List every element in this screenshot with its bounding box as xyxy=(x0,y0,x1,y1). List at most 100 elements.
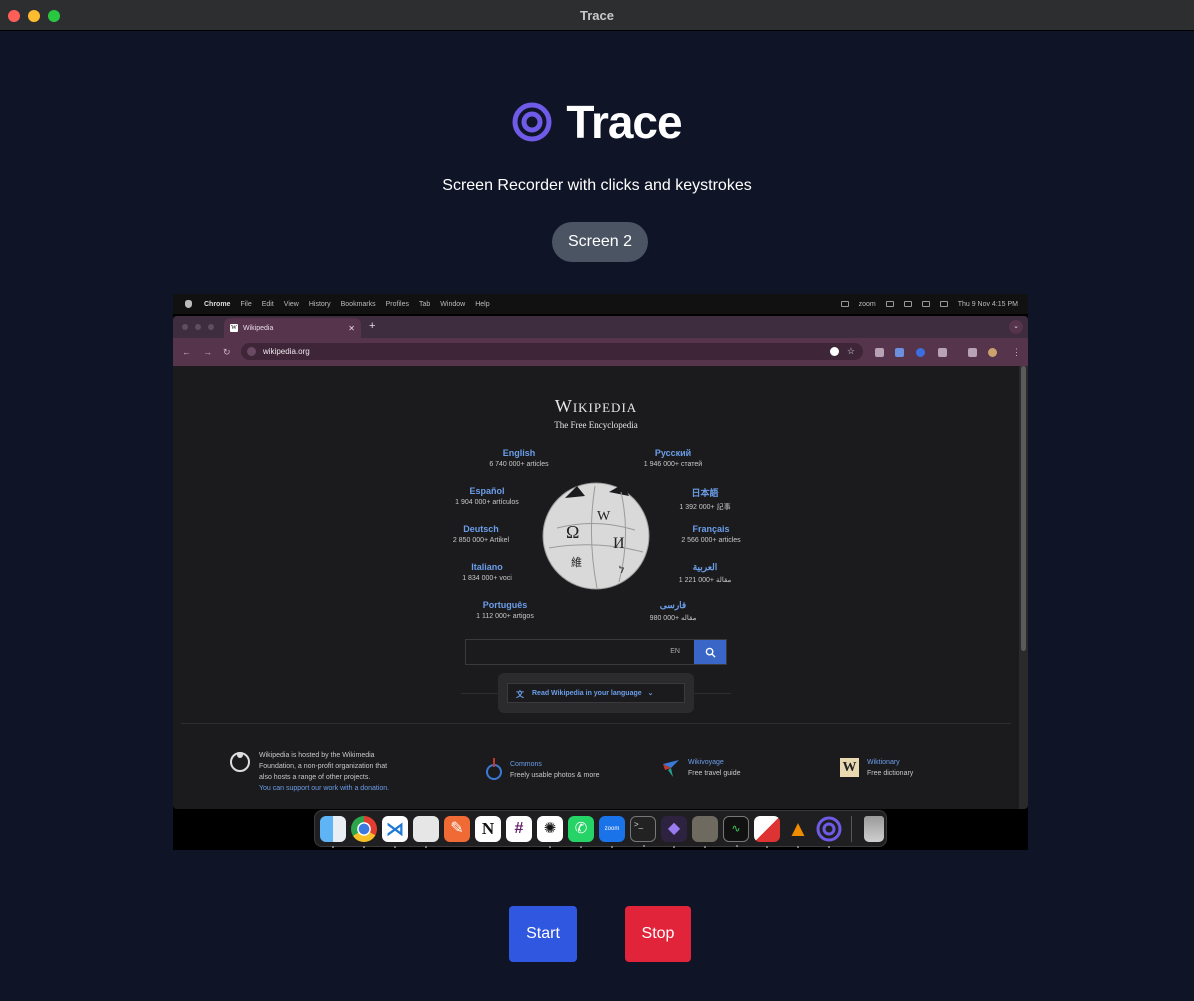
wifi-icon xyxy=(921,301,930,307)
address-url: wikipedia.org xyxy=(263,347,310,356)
scrollbar-thumb xyxy=(1021,366,1026,651)
vlc-icon: ▲ xyxy=(785,816,811,848)
menubar-item: Help xyxy=(475,300,490,308)
page-scrollbar xyxy=(1019,366,1028,809)
browser-menu-icon: ⋮ xyxy=(1012,347,1021,357)
extension-icon xyxy=(916,348,925,357)
read-language-panel: 文 Read Wikipedia in your language ⌄ xyxy=(498,673,694,713)
chevron-down-icon: ⌄ xyxy=(647,690,654,697)
chatgpt-icon: ✺ xyxy=(537,815,563,848)
menubar-status-area: zoom Thu 9 Nov 4:15 PM xyxy=(840,301,1018,308)
screen-preview: Chrome File Edit View History Bookmarks … xyxy=(173,294,1028,850)
menubar-item: Window xyxy=(440,300,466,308)
language-count: 980 000+ مقاله xyxy=(649,615,697,622)
app-content: Trace Screen Recorder with clicks and ke… xyxy=(0,31,1194,1001)
language-name: Français xyxy=(692,524,730,534)
puzzle-extensions-icon xyxy=(938,348,947,357)
control-center-icon xyxy=(939,301,948,307)
wikivoyage-link: Wikivoyage Free travel guide xyxy=(688,757,741,779)
language-count: 6 740 000+ articles xyxy=(489,461,549,468)
language-link-japanese: 日本語 1 392 000+ 記事 xyxy=(640,486,770,512)
language-name: English xyxy=(502,448,536,458)
project-title: Wikivoyage xyxy=(688,759,724,766)
language-link-arabic: العربية 1 221 000+ مقالة xyxy=(640,562,770,584)
language-name: العربية xyxy=(692,562,718,572)
language-count: 1 904 000+ artículos xyxy=(455,499,519,506)
preview-icon xyxy=(413,815,439,848)
language-count: 1 834 000+ voci xyxy=(462,575,512,582)
language-count: 1 946 000+ статей xyxy=(643,461,703,468)
language-name: 日本語 xyxy=(691,488,719,498)
status-icon xyxy=(885,301,894,307)
side-panel-icon xyxy=(968,348,977,357)
back-icon: ← xyxy=(182,347,191,357)
window-title: Trace xyxy=(580,8,614,23)
language-link-persian: فارسی 980 000+ مقاله xyxy=(608,600,738,622)
svg-text:維: 維 xyxy=(571,556,582,569)
wikipedia-favicon: W xyxy=(230,324,238,332)
menubar-item: Edit xyxy=(261,300,274,308)
tab-search-icon: ⌄ xyxy=(1009,320,1023,334)
svg-text:ל: ל xyxy=(619,565,625,576)
trash-icon xyxy=(864,815,884,842)
profile-avatar-icon xyxy=(988,348,997,357)
language-count: 1 112 000+ artigos xyxy=(476,613,534,620)
wikipedia-globe-icon: Ω W И 維 ל xyxy=(542,482,650,590)
menubar-item: File xyxy=(240,300,252,308)
tab-close-icon: ✕ xyxy=(348,323,355,333)
vscode-icon: ⋊ xyxy=(382,815,408,848)
browser-toolbar: ← → ↻ wikipedia.org ☆ ⋮ xyxy=(173,338,1028,366)
zoom-icon-label: zoom xyxy=(604,825,620,832)
browser-window: W Wikipedia ✕ + ⌄ ← → ↻ wikipedia.org ☆ xyxy=(173,316,1028,809)
activity-monitor-icon: ∿ xyxy=(723,815,749,847)
browser-min-dot xyxy=(195,324,201,330)
chrome-icon xyxy=(351,815,377,848)
browser-tabstrip: W Wikipedia ✕ + ⌄ xyxy=(173,316,1028,338)
wikivoyage-icon xyxy=(663,760,679,777)
wikimedia-footer-text: Wikipedia is hosted by the Wikimedia Fou… xyxy=(259,750,389,794)
menubar-item: Tab xyxy=(418,300,431,308)
language-name: فارسی xyxy=(659,600,687,610)
zoom-icon: zoom xyxy=(599,815,625,848)
whatsapp-icon: ✆ xyxy=(568,815,594,848)
app-name: Trace xyxy=(566,96,682,148)
svg-text:И: И xyxy=(613,535,625,552)
browser-tab-title: Wikipedia xyxy=(243,324,274,332)
bookmark-star-icon: ☆ xyxy=(846,346,855,356)
language-name: Русский xyxy=(654,448,692,458)
menubar-item: Chrome xyxy=(204,300,231,308)
gimp-icon xyxy=(692,815,718,848)
menubar-item: Bookmarks xyxy=(340,300,376,308)
forward-icon: → xyxy=(203,347,212,357)
language-link-french: Français 2 566 000+ articles xyxy=(646,524,776,544)
mac-menubar: Chrome File Edit View History Bookmarks … xyxy=(173,294,1028,314)
start-button[interactable]: Start xyxy=(509,906,577,962)
pencil-app-icon: ✎ xyxy=(444,815,470,842)
dock-separator xyxy=(851,815,852,842)
language-link-english: English 6 740 000+ articles xyxy=(454,448,584,468)
project-desc: Free dictionary xyxy=(867,770,914,777)
project-desc: Free travel guide xyxy=(688,770,741,777)
svg-text:Ω: Ω xyxy=(566,522,579,542)
read-language-label: Read Wikipedia in your language xyxy=(532,689,642,697)
language-link-german: Deutsch 2 850 000+ Artikel xyxy=(416,524,546,544)
language-link-spanish: Español 1 904 000+ artículos xyxy=(422,486,552,506)
extension-icon xyxy=(895,348,904,357)
language-count: 1 221 000+ مقالة xyxy=(678,577,732,584)
language-name: Español xyxy=(469,486,505,496)
screen-selector-button[interactable]: Screen 2 xyxy=(552,222,648,262)
trace-dock-icon xyxy=(816,816,842,841)
commons-icon xyxy=(486,758,502,780)
browser-close-dot xyxy=(182,324,188,330)
reload-icon: ↻ xyxy=(223,347,231,357)
shield-extension-icon xyxy=(875,348,884,357)
language-name: Italiano xyxy=(471,562,503,572)
stop-button[interactable]: Stop xyxy=(625,906,691,962)
search-icon xyxy=(705,647,716,658)
wikipedia-tagline: The Free Encyclopedia xyxy=(554,420,638,430)
new-tab-icon: + xyxy=(369,320,376,332)
footer-line: Foundation, a non-profit organization th… xyxy=(259,763,388,770)
screenshot-app-icon xyxy=(754,815,780,848)
wikipedia-search-input: EN xyxy=(465,639,727,665)
menubar-item: History xyxy=(308,300,331,308)
